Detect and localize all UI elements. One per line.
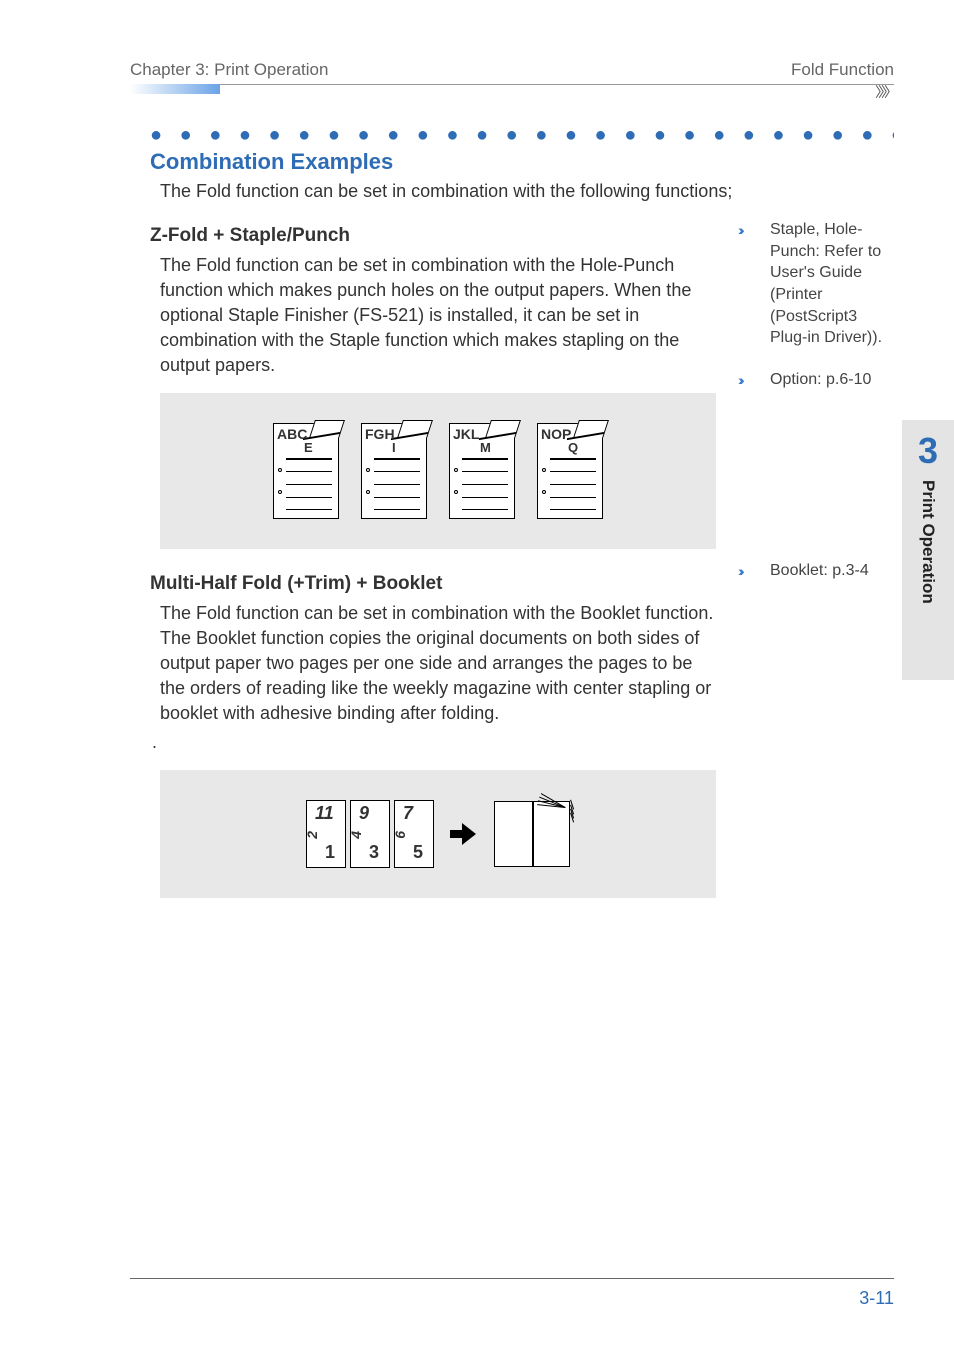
zfold-sheet: JKLM <box>449 423 515 519</box>
document-page: Chapter 3: Print Operation Fold Function… <box>0 0 954 1351</box>
chapter-label: Print Operation <box>918 480 938 604</box>
card-ghost-num: 6 <box>392 831 408 839</box>
subheading-zfold: Z-Fold + Staple/Punch <box>150 225 716 247</box>
chapter-number: 3 <box>918 430 938 472</box>
chevrons-icon: 〉〉〉〉 <box>875 82 894 102</box>
main-column: Z-Fold + Staple/Punch The Fold function … <box>130 219 716 922</box>
side-column: ›››› Staple, Hole-Punch: Refer to User's… <box>738 219 894 922</box>
page-number: 3-11 <box>859 1288 894 1309</box>
side-note-2: Option: p.6-10 <box>770 369 894 391</box>
footer-rule <box>130 1278 894 1279</box>
note-arrow-icon: ›››› <box>738 372 760 388</box>
zfold-sub-label: E <box>304 440 313 455</box>
side-note-1: Staple, Hole-Punch: Refer to User's Guid… <box>770 219 894 349</box>
zfold-sub-label: I <box>392 440 396 455</box>
dot-separator: ● ● ● ● ● ● ● ● ● ● ● ● ● ● ● ● ● ● ● ● … <box>150 124 894 147</box>
open-booklet-icon <box>494 801 570 867</box>
zfold-sub-label: M <box>480 440 491 455</box>
note-arrow-icon: ›››› <box>738 222 760 238</box>
zfold-sheet: NOPQ <box>537 423 603 519</box>
header-chapter: Chapter 3: Print Operation <box>130 60 328 80</box>
card-top-num: 7 <box>403 803 413 824</box>
intro-text: The Fold function can be set in combinat… <box>160 179 894 203</box>
section-title: Combination Examples <box>150 149 894 175</box>
zfold-sub-label: Q <box>568 440 578 455</box>
body-zfold: The Fold function can be set in combinat… <box>160 253 716 377</box>
zfold-top-label: FGH <box>365 426 395 442</box>
zfold-sheet: ABCE <box>273 423 339 519</box>
header-rule: 〉〉〉〉 <box>130 84 894 94</box>
card-ghost-num: 4 <box>348 831 364 839</box>
card-face-num: 3 <box>369 842 379 863</box>
header-section: Fold Function <box>791 60 894 80</box>
zfold-top-label: NOP <box>541 426 571 442</box>
figure-zfold: ABCE FGHI JKLM NOPQ <box>160 393 716 549</box>
arrow-icon <box>450 823 478 845</box>
figure-booklet: 2111493675 <box>160 770 716 898</box>
booklet-card: 2111 <box>306 800 346 868</box>
note-arrow-icon: ›››› <box>738 563 760 579</box>
side-note-3: Booklet: p.3-4 <box>770 560 894 582</box>
card-ghost-num: 2 <box>304 831 320 839</box>
card-top-num: 11 <box>315 803 334 824</box>
page-header: Chapter 3: Print Operation Fold Function <box>130 60 894 80</box>
card-face-num: 1 <box>325 842 335 863</box>
card-face-num: 5 <box>413 842 423 863</box>
zfold-sheet: FGHI <box>361 423 427 519</box>
booklet-card: 4 93 <box>350 800 390 868</box>
body-trail: . <box>152 730 716 755</box>
chapter-tab: 3 Print Operation <box>902 420 954 680</box>
zfold-top-label: ABC <box>277 426 307 442</box>
zfold-top-label: JKL <box>453 426 479 442</box>
booklet-card: 6 75 <box>394 800 434 868</box>
card-top-num: 9 <box>359 803 369 824</box>
body-booklet: The Fold function can be set in combinat… <box>160 601 716 725</box>
subheading-booklet: Multi-Half Fold (+Trim) + Booklet <box>150 573 716 595</box>
